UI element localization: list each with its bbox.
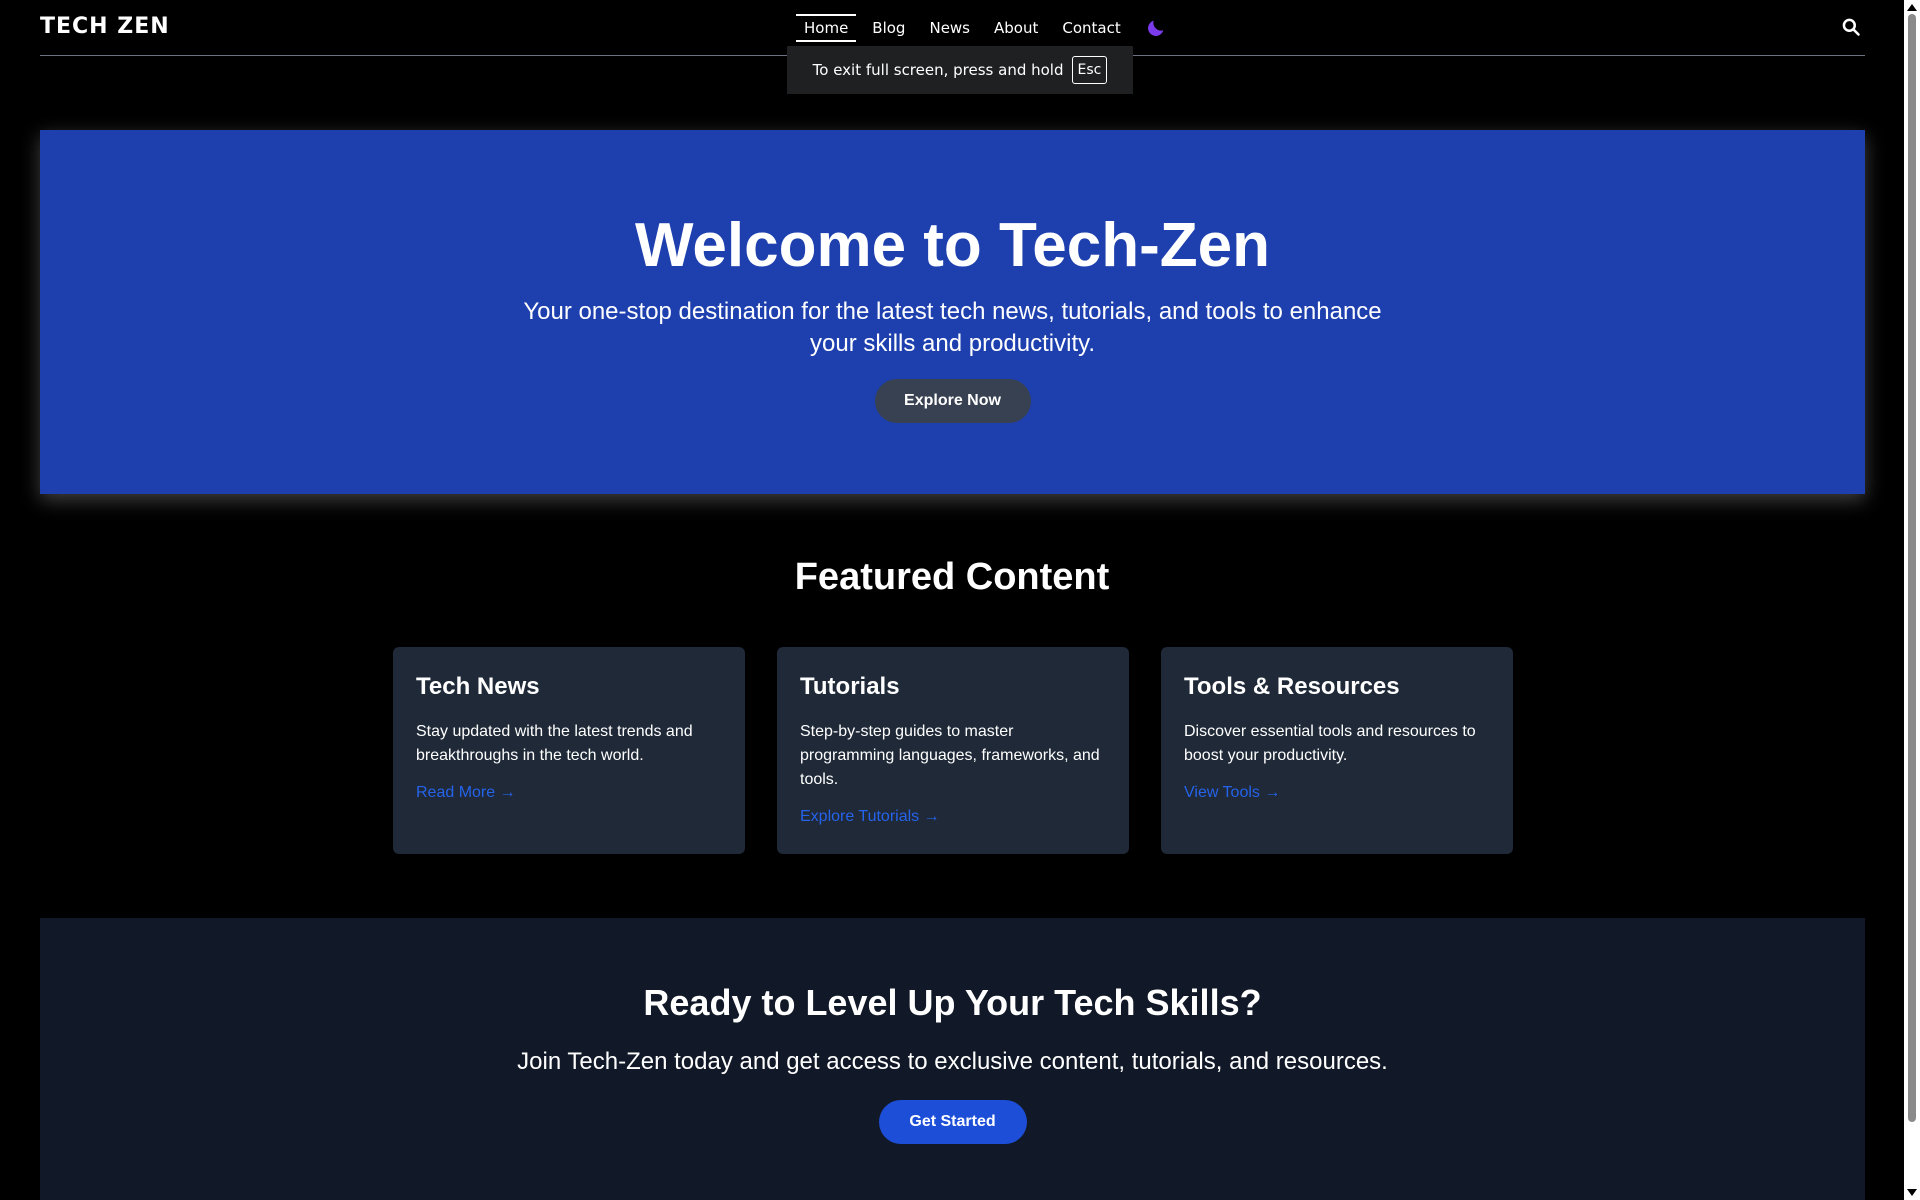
page: TECH ZEN Home Blog News About Contact To… xyxy=(0,0,1904,1200)
cta-title: Ready to Level Up Your Tech Skills? xyxy=(643,982,1262,1023)
esc-key-badge: Esc xyxy=(1071,56,1108,84)
card-text: Step-by-step guides to master programmin… xyxy=(800,723,1100,788)
card-text: Discover essential tools and resources t… xyxy=(1184,723,1476,764)
moon-icon[interactable] xyxy=(1145,17,1167,39)
hero-title: Welcome to Tech-Zen xyxy=(634,211,1270,280)
vertical-scrollbar[interactable] xyxy=(1904,0,1920,1200)
cta-subtitle: Join Tech-Zen today and get access to ex… xyxy=(517,1048,1388,1075)
fullscreen-exit-toast: To exit full screen, press and hold Esc xyxy=(787,46,1133,94)
scroll-down-arrow-icon[interactable] xyxy=(1907,1189,1917,1196)
site-logo[interactable]: TECH ZEN xyxy=(40,14,170,39)
toast-message: To exit full screen, press and hold xyxy=(812,61,1064,79)
nav-contact[interactable]: Contact xyxy=(1054,14,1128,42)
card-tech-news: Tech News Stay updated with the latest t… xyxy=(393,647,745,854)
featured-content-title: Featured Content xyxy=(794,556,1110,598)
get-started-button[interactable]: Get Started xyxy=(878,1100,1027,1144)
card-tools-resources: Tools & Resources Discover essential too… xyxy=(1161,647,1513,854)
card-tutorials: Tutorials Step-by-step guides to master … xyxy=(777,647,1129,854)
search-icon[interactable] xyxy=(1841,17,1861,37)
nav-blog[interactable]: Blog xyxy=(864,14,913,42)
nav-news[interactable]: News xyxy=(921,14,978,42)
hero-subtitle: Your one-stop destination for the latest… xyxy=(523,298,1382,357)
explore-now-button[interactable]: Explore Now xyxy=(874,379,1031,423)
card-title: Tools & Resources xyxy=(1184,673,1400,700)
scrollbar-thumb[interactable] xyxy=(1908,14,1916,1122)
read-more-link[interactable]: Read More → xyxy=(416,784,516,802)
card-title: Tech News xyxy=(416,673,540,700)
cta-section: Ready to Level Up Your Tech Skills? Join… xyxy=(40,918,1865,1200)
card-title: Tutorials xyxy=(800,673,900,700)
hero-section: Welcome to Tech-Zen Your one-stop destin… xyxy=(40,130,1865,494)
explore-tutorials-link[interactable]: Explore Tutorials → xyxy=(800,808,940,826)
scroll-up-arrow-icon[interactable] xyxy=(1907,4,1917,11)
view-tools-link[interactable]: View Tools → xyxy=(1184,784,1280,802)
nav-home[interactable]: Home xyxy=(796,14,857,42)
card-text: Stay updated with the latest trends and … xyxy=(416,723,693,764)
main-nav: Home Blog News About Contact xyxy=(796,14,1167,42)
nav-about[interactable]: About xyxy=(986,14,1046,42)
